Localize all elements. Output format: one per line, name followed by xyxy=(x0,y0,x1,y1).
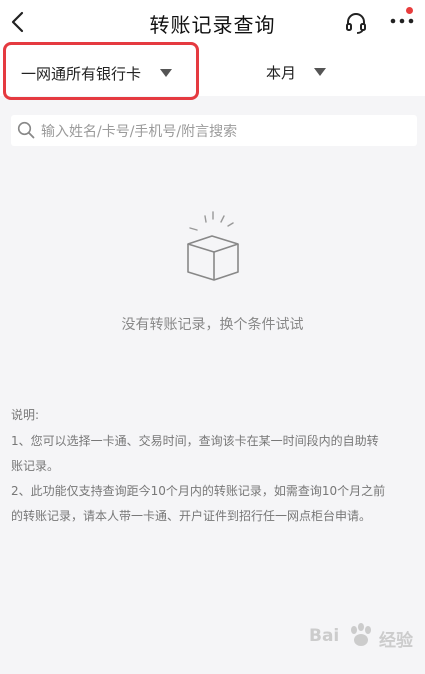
notes-title: 说明: xyxy=(11,408,40,422)
search-icon xyxy=(17,121,35,139)
empty-state-message: 没有转账记录，换个条件试试 xyxy=(121,317,304,333)
watermark-text-left: Bai xyxy=(309,626,340,646)
notes-line: 账记录。 xyxy=(11,459,60,473)
headset-icon[interactable] xyxy=(344,11,368,35)
search-input[interactable] xyxy=(39,115,413,148)
caret-down-icon xyxy=(160,69,172,77)
card-filter-dropdown[interactable]: 一网通所有银行卡 xyxy=(3,42,199,100)
notification-dot xyxy=(406,7,413,14)
caret-down-icon xyxy=(314,68,326,76)
header-bar: 转账记录查询 xyxy=(0,0,425,46)
empty-box-icon xyxy=(187,211,239,281)
search-box[interactable] xyxy=(11,115,417,148)
time-filter-label: 本月 xyxy=(266,64,297,82)
time-filter-dropdown[interactable]: 本月 xyxy=(250,52,350,88)
watermark-text-right: 经验 xyxy=(379,631,413,651)
more-dots-icon[interactable] xyxy=(389,16,415,26)
notes-line: 的转账记录，请本人带一卡通、开户证件到招行任一网点柜台申请。 xyxy=(11,509,372,523)
notes-line: 2、此功能仅支持查询距今10个月内的转账记录，如需查询10个月之前 xyxy=(11,484,386,498)
notes-section: 说明: 1、您可以选择一卡通、交易时间，查询该卡在某一时间段内的自助转 账记录。… xyxy=(11,403,415,529)
notes-line: 1、您可以选择一卡通、交易时间，查询该卡在某一时间段内的自助转 xyxy=(11,434,379,448)
paw-icon xyxy=(351,623,371,646)
watermark-logo: Bai 经验 xyxy=(305,620,420,666)
card-filter-label: 一网通所有银行卡 xyxy=(21,65,142,83)
